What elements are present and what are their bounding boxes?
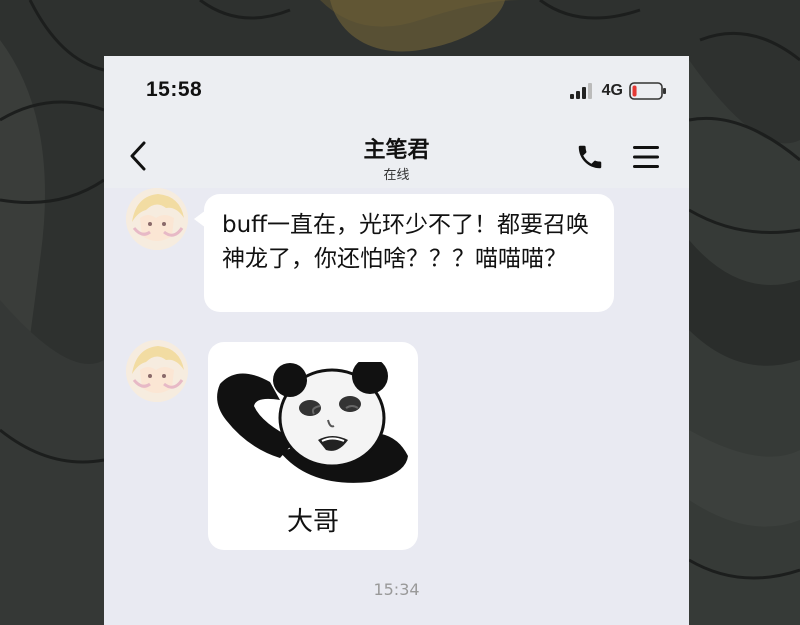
chat-area[interactable]: buff一直在，光环少不了！都要召唤神龙了，你还怕啥？？？喵喵喵？ 大哥 15:… — [104, 188, 689, 625]
message-timestamp: 15:34 — [373, 580, 420, 599]
sticker-caption: 大哥 — [286, 507, 339, 537]
avatar[interactable] — [126, 188, 188, 250]
avatar-image — [126, 188, 188, 250]
bubble-tail — [194, 210, 206, 228]
panda-meme-sticker — [217, 362, 408, 483]
call-button[interactable] — [575, 142, 605, 172]
avatar-image — [126, 340, 188, 402]
message-bubble[interactable]: buff一直在，光环少不了！都要召唤神龙了，你还怕啥？？？喵喵喵？ — [194, 194, 614, 312]
status-bar: 15:58 4G — [104, 56, 689, 126]
network-type: 4G — [601, 82, 623, 99]
battery-icon — [629, 82, 666, 100]
signal-icon — [569, 83, 592, 99]
status-indicators: 4G — [569, 80, 667, 102]
status-time: 15:58 — [146, 78, 203, 101]
menu-button[interactable] — [631, 142, 661, 172]
menu-icon — [633, 146, 659, 168]
phone-icon — [578, 145, 602, 169]
message-text: buff一直在，光环少不了！都要召唤神龙了，你还怕啥？？？喵喵喵？ — [222, 212, 590, 272]
avatar[interactable] — [126, 340, 188, 402]
chat-header: 主笔君 在线 — [104, 126, 689, 188]
sticker-bubble[interactable]: 大哥 — [208, 342, 418, 550]
phone-screen: 15:58 4G 主笔君 在线 buff一直在，光环少不了！都要召唤神龙了，你还… — [104, 56, 689, 625]
